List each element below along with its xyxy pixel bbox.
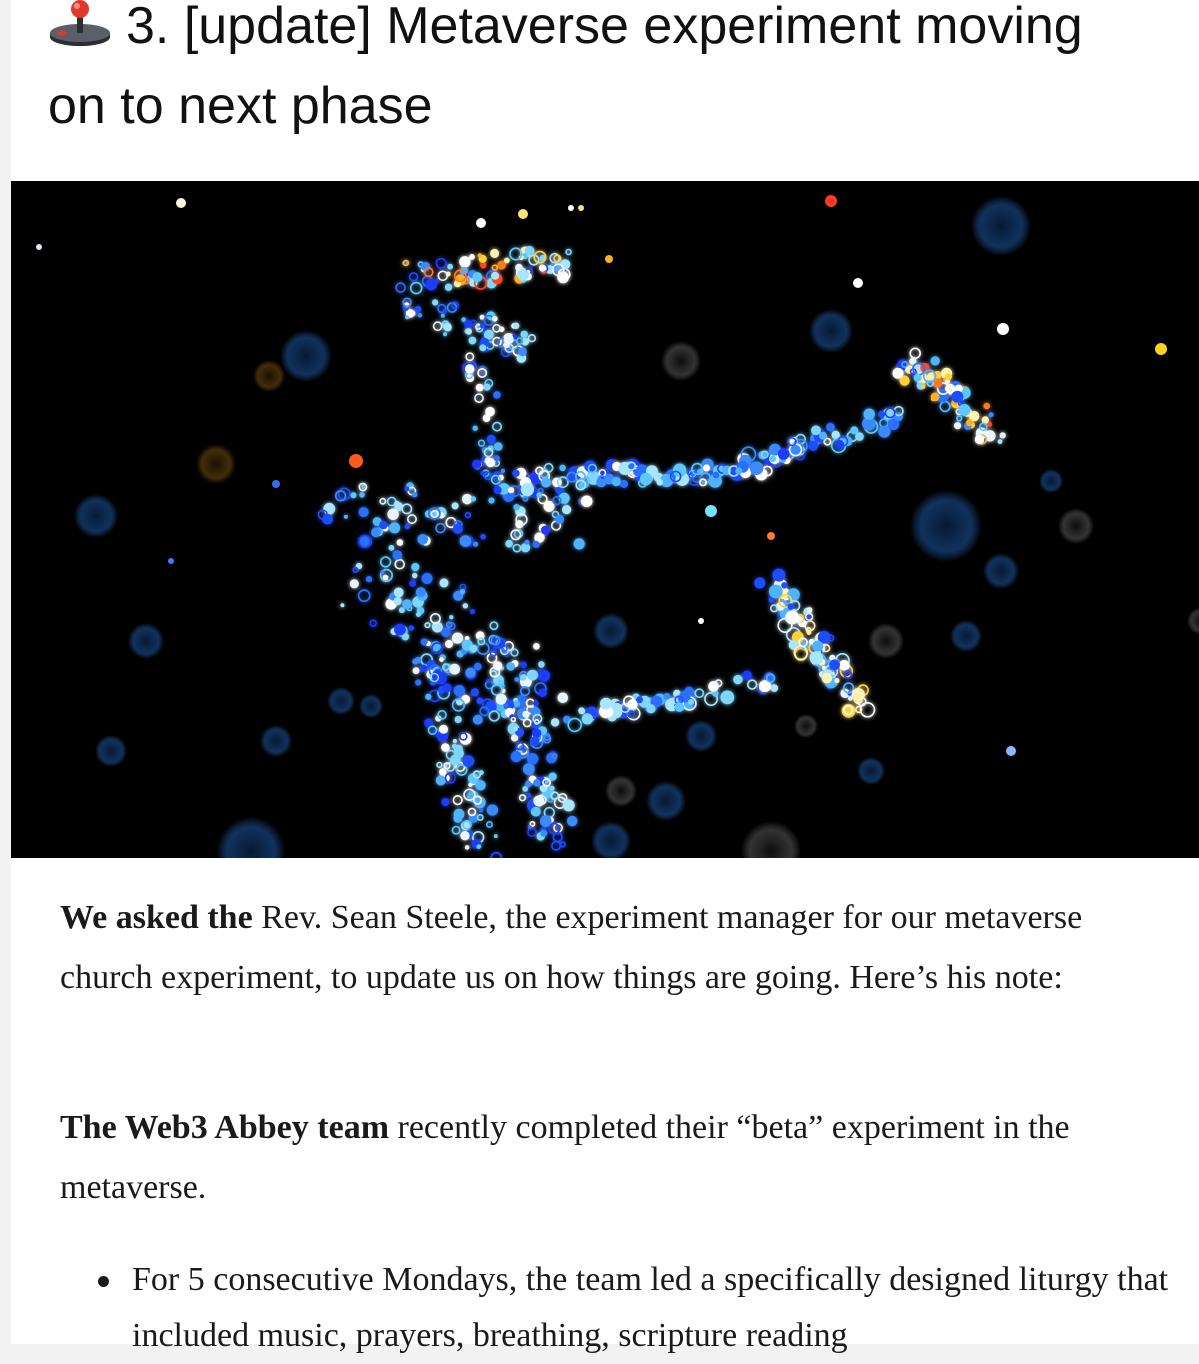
- paragraph-beta: The Web3 Abbey team recently completed t…: [60, 1109, 1070, 1206]
- article-heading: 3. [update] Metaverse experiment moving …: [48, 0, 1083, 135]
- paragraph-intro: We asked the Rev. Sean Steele, the exper…: [60, 899, 1083, 996]
- particle-figure-image: [36, 195, 1199, 858]
- joystick-icon: [50, 0, 110, 46]
- list-item: For 5 consecutive Mondays, the team led …: [60, 1252, 1170, 1364]
- hero-image: [11, 181, 1199, 858]
- bullet-list: For 5 consecutive Mondays, the team led …: [60, 1252, 1170, 1364]
